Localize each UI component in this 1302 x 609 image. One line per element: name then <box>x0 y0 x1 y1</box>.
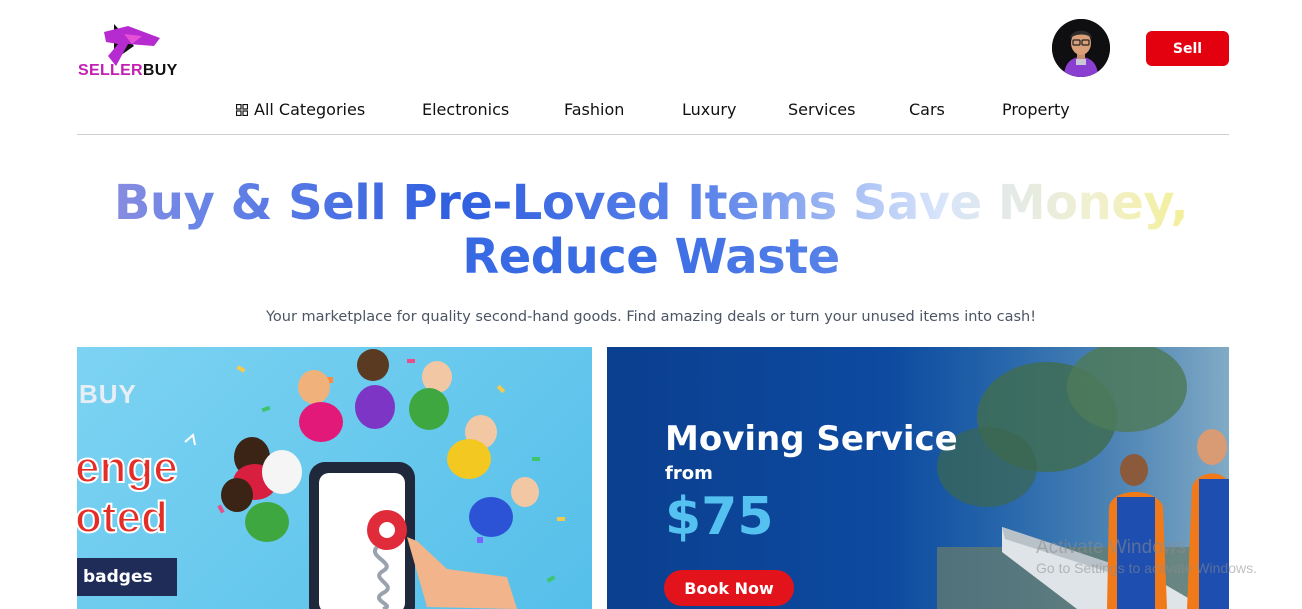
promo-banner-badges[interactable]: BUY enge oted badges <box>77 347 592 609</box>
nav-item-luxury[interactable]: Luxury <box>682 100 736 119</box>
watermark-line2: Go to Settings to activate Windows. <box>1036 560 1257 576</box>
banner-brand-text: BUY <box>79 379 137 409</box>
user-avatar[interactable] <box>1052 19 1110 77</box>
sell-button[interactable]: Sell <box>1146 31 1229 66</box>
banner-headline-1: enge <box>77 442 179 493</box>
logo-mark-icon <box>104 24 160 66</box>
nav-item-label: All Categories <box>254 100 366 119</box>
avatar-image <box>1052 19 1110 77</box>
banner-title: Moving Service <box>665 419 958 459</box>
site-logo[interactable]: SELLERBUY <box>76 22 186 84</box>
grid-icon <box>236 104 248 116</box>
logo-text: SELLERBUY <box>78 62 178 80</box>
nav-item-cars[interactable]: Cars <box>909 100 945 119</box>
nav-item-all-categories[interactable]: All Categories <box>236 100 365 119</box>
book-now-button[interactable]: Book Now <box>664 570 794 606</box>
nav-item-services[interactable]: Services <box>788 100 855 119</box>
banner-headline-2: oted <box>77 492 169 543</box>
logo-text-seller: SELLER <box>78 62 143 79</box>
hero-title-line2: Reduce Waste <box>0 230 1302 284</box>
windows-activation-watermark: Activate Windows Go to Settings to activ… <box>1036 538 1257 578</box>
nav-divider <box>77 134 1229 135</box>
watermark-line1: Activate Windows <box>1036 537 1186 558</box>
nav-item-property[interactable]: Property <box>1002 100 1070 119</box>
hero-title: Buy & Sell Pre-Loved Items Save Money, R… <box>0 176 1302 284</box>
hero-title-line1: Buy & Sell Pre-Loved Items Save Money, <box>0 176 1302 230</box>
banner-price: $75 <box>665 487 774 547</box>
banner-badge-label: badges <box>77 558 177 596</box>
category-nav: All Categories Electronics Fashion Luxur… <box>0 100 1302 122</box>
hero-subtitle: Your marketplace for quality second-hand… <box>265 309 1037 325</box>
nav-item-fashion[interactable]: Fashion <box>564 100 624 119</box>
nav-item-electronics[interactable]: Electronics <box>422 100 509 119</box>
banner-from-label: from <box>665 463 713 484</box>
logo-text-buy: BUY <box>142 62 178 79</box>
